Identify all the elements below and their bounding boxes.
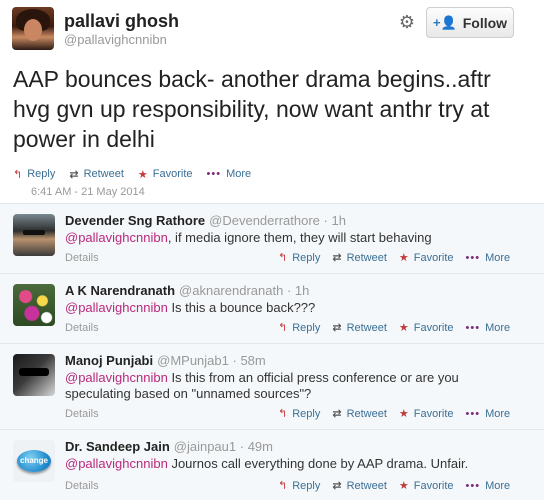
reply-text: @pallavighcnnibn Is this from an officia… bbox=[65, 370, 459, 401]
more-button[interactable]: ••• More bbox=[466, 252, 511, 264]
author-handle[interactable]: @pallavighcnnibn bbox=[64, 32, 167, 47]
tweet-text: AAP bounces back- another drama begins..… bbox=[13, 66, 491, 152]
mention-link[interactable]: @pallavighcnnibn bbox=[65, 230, 168, 245]
retweet-icon: ⇄ bbox=[332, 252, 342, 264]
favorite-button[interactable]: ★ Favorite bbox=[398, 479, 454, 493]
reply-text: @pallavighcnnibn Is this a bounce back??… bbox=[65, 300, 316, 315]
reply-item[interactable]: change Dr. Sandeep Jain @jainpau1 · 49m @… bbox=[0, 430, 544, 500]
favorite-button[interactable]: ★ Favorite bbox=[398, 251, 454, 265]
sunglasses-face-avatar[interactable] bbox=[13, 354, 55, 396]
more-dots-icon: ••• bbox=[465, 251, 481, 264]
retweet-button[interactable]: ⇄ Retweet bbox=[332, 251, 387, 265]
retweet-icon: ⇄ bbox=[332, 408, 342, 420]
replies-list: Devender Sng Rathore @Devenderrathore · 1… bbox=[0, 203, 544, 500]
details-link[interactable]: Details bbox=[65, 480, 99, 492]
retweet-button[interactable]: ⇄ Retweet bbox=[69, 168, 124, 181]
reply-actions: ↰ Reply ⇄ Retweet ★ Favorite ••• More bbox=[278, 407, 511, 421]
reply-button[interactable]: ↰ Reply bbox=[278, 479, 320, 493]
follow-button[interactable]: +👤 Follow bbox=[426, 7, 514, 38]
reply-icon: ↰ bbox=[13, 168, 23, 181]
reply-author[interactable]: Manoj Punjabi @MPunjab1 · 58m bbox=[65, 353, 266, 368]
details-link[interactable]: Details bbox=[65, 322, 99, 334]
man-with-sunglasses-avatar[interactable] bbox=[13, 214, 55, 256]
reply-button[interactable]: ↰ Reply bbox=[278, 321, 320, 335]
more-dots-icon: ••• bbox=[465, 479, 481, 492]
follow-label: Follow bbox=[462, 14, 508, 31]
star-icon: ★ bbox=[398, 322, 409, 334]
reply-button[interactable]: ↰ Reply bbox=[278, 251, 320, 265]
reply-item[interactable]: A K Narendranath @aknarendranath · 1h @pa… bbox=[0, 274, 544, 344]
more-button[interactable]: ••• More bbox=[466, 322, 511, 334]
more-dots-icon: ••• bbox=[465, 321, 481, 334]
favorite-button[interactable]: ★ Favorite bbox=[398, 321, 454, 335]
reply-actions: ↰ Reply ⇄ Retweet ★ Favorite ••• More bbox=[278, 321, 511, 335]
favorite-button[interactable]: ★ Favorite bbox=[138, 168, 193, 181]
reply-icon: ↰ bbox=[278, 322, 288, 334]
star-icon: ★ bbox=[137, 168, 148, 181]
star-icon: ★ bbox=[398, 480, 409, 492]
reply-author[interactable]: Devender Sng Rathore @Devenderrathore · 1… bbox=[65, 213, 346, 228]
retweet-icon: ⇄ bbox=[332, 480, 342, 492]
author-avatar[interactable] bbox=[12, 7, 54, 50]
favorite-button[interactable]: ★ Favorite bbox=[398, 407, 454, 421]
details-link[interactable]: Details bbox=[65, 252, 99, 264]
reply-item[interactable]: Devender Sng Rathore @Devenderrathore · 1… bbox=[0, 204, 544, 274]
reply-icon: ↰ bbox=[278, 480, 288, 492]
more-button[interactable]: ••• More bbox=[207, 168, 252, 180]
retweet-button[interactable]: ⇄ Retweet bbox=[332, 407, 387, 421]
more-dots-icon: ••• bbox=[465, 407, 481, 420]
star-icon: ★ bbox=[398, 408, 409, 420]
reply-icon: ↰ bbox=[278, 408, 288, 420]
reply-button[interactable]: ↰ Reply bbox=[13, 168, 55, 181]
star-icon: ★ bbox=[398, 252, 409, 264]
more-button[interactable]: ••• More bbox=[466, 408, 511, 420]
retweet-icon: ⇄ bbox=[332, 322, 342, 334]
retweet-icon: ⇄ bbox=[69, 168, 79, 181]
mention-link[interactable]: @pallavighcnnibn bbox=[65, 370, 168, 385]
flowers-avatar[interactable] bbox=[13, 284, 55, 326]
reply-actions: ↰ Reply ⇄ Retweet ★ Favorite ••• More bbox=[278, 251, 511, 265]
reply-item[interactable]: Manoj Punjabi @MPunjab1 · 58m @pallavighc… bbox=[0, 344, 544, 430]
more-button[interactable]: ••• More bbox=[466, 480, 511, 492]
author-name[interactable]: pallavi ghosh bbox=[64, 11, 179, 32]
reply-text: @pallavighcnnibn, if media ignore them, … bbox=[65, 230, 432, 245]
tweet-actions: ↰ Reply ⇄ Retweet ★ Favorite ••• More bbox=[13, 166, 265, 182]
more-dots-icon: ••• bbox=[206, 168, 222, 180]
gear-icon[interactable]: ⚙ bbox=[397, 12, 417, 32]
reply-text: @pallavighcnnibn Journos call everything… bbox=[65, 456, 469, 471]
reply-author[interactable]: Dr. Sandeep Jain @jainpau1 · 49m bbox=[65, 439, 273, 454]
reply-icon: ↰ bbox=[278, 252, 288, 264]
change-button-avatar[interactable]: change bbox=[13, 440, 55, 482]
retweet-button[interactable]: ⇄ Retweet bbox=[332, 479, 387, 493]
mention-link[interactable]: @pallavighcnnibn bbox=[65, 456, 168, 471]
reply-button[interactable]: ↰ Reply bbox=[278, 407, 320, 421]
reply-author[interactable]: A K Narendranath @aknarendranath · 1h bbox=[65, 283, 309, 298]
retweet-button[interactable]: ⇄ Retweet bbox=[332, 321, 387, 335]
main-tweet: pallavi ghosh @pallavighcnnibn ⚙ +👤 Foll… bbox=[0, 0, 544, 203]
details-link[interactable]: Details bbox=[65, 408, 99, 420]
reply-actions: ↰ Reply ⇄ Retweet ★ Favorite ••• More bbox=[278, 479, 511, 493]
mention-link[interactable]: @pallavighcnnibn bbox=[65, 300, 168, 315]
add-user-icon: +👤 bbox=[432, 14, 457, 30]
tweet-timestamp[interactable]: 6:41 AM - 21 May 2014 bbox=[31, 186, 145, 198]
